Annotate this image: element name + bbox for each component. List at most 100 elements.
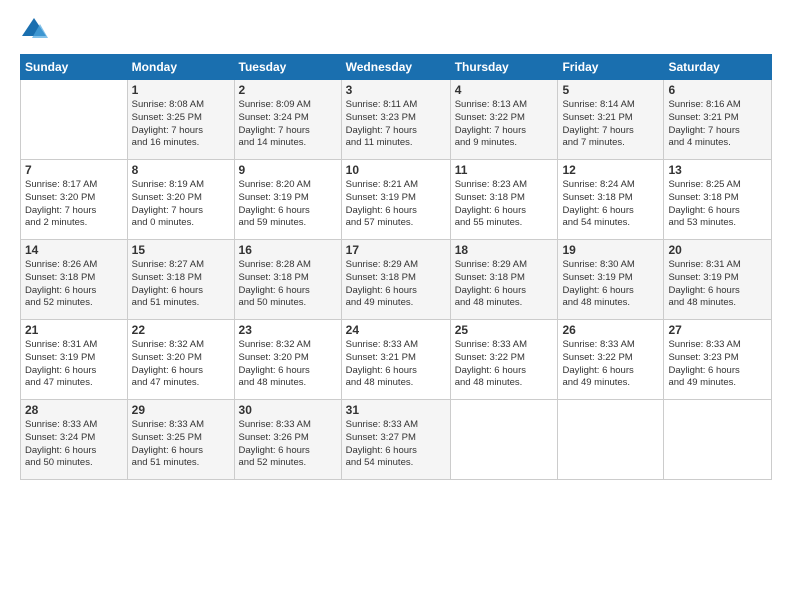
day-number: 22 [132,323,230,337]
weekday-header: Tuesday [234,55,341,80]
calendar-header: SundayMondayTuesdayWednesdayThursdayFrid… [21,55,772,80]
day-number: 30 [239,403,337,417]
day-info: Sunrise: 8:32 AMSunset: 3:20 PMDaylight:… [132,339,230,390]
calendar-cell: 20Sunrise: 8:31 AMSunset: 3:19 PMDayligh… [664,240,772,320]
calendar-cell [558,400,664,480]
day-info: Sunrise: 8:33 AMSunset: 3:24 PMDaylight:… [25,419,123,470]
day-number: 18 [455,243,554,257]
day-info: Sunrise: 8:11 AMSunset: 3:23 PMDaylight:… [346,99,446,150]
weekday-header: Friday [558,55,664,80]
calendar-cell [450,400,558,480]
day-number: 1 [132,83,230,97]
weekday-header: Saturday [664,55,772,80]
day-info: Sunrise: 8:19 AMSunset: 3:20 PMDaylight:… [132,179,230,230]
day-number: 13 [668,163,767,177]
day-number: 4 [455,83,554,97]
day-number: 21 [25,323,123,337]
calendar-cell: 30 Sunrise: 8:33 AMSunset: 3:26 PMDayligh… [234,400,341,480]
logo-icon [20,16,48,44]
day-number: 2 [239,83,337,97]
day-info: Sunrise: 8:26 AMSunset: 3:18 PMDaylight:… [25,259,123,310]
day-number: 24 [346,323,446,337]
calendar-week-row: 28 Sunrise: 8:33 AMSunset: 3:24 PMDayligh… [21,400,772,480]
day-info: Sunrise: 8:29 AMSunset: 3:18 PMDaylight:… [455,259,554,310]
day-number: 16 [239,243,337,257]
calendar-week-row: 7Sunrise: 8:17 AMSunset: 3:20 PMDaylight… [21,160,772,240]
weekday-header: Thursday [450,55,558,80]
calendar-cell: 27 Sunrise: 8:33 AMSunset: 3:23 PMDayligh… [664,320,772,400]
calendar-table: SundayMondayTuesdayWednesdayThursdayFrid… [20,54,772,480]
header [20,16,772,44]
day-number: 3 [346,83,446,97]
calendar-cell: 14 Sunrise: 8:26 AMSunset: 3:18 PMDayligh… [21,240,128,320]
day-info: Sunrise: 8:25 AMSunset: 3:18 PMDaylight:… [668,179,767,230]
calendar-cell: 11Sunrise: 8:23 AMSunset: 3:18 PMDayligh… [450,160,558,240]
logo [20,16,50,44]
calendar-cell: 16 Sunrise: 8:28 AMSunset: 3:18 PMDayligh… [234,240,341,320]
calendar-cell: 17 Sunrise: 8:29 AMSunset: 3:18 PMDayligh… [341,240,450,320]
day-info: Sunrise: 8:33 AMSunset: 3:22 PMDaylight:… [455,339,554,390]
day-info: Sunrise: 8:27 AMSunset: 3:18 PMDaylight:… [132,259,230,310]
day-info: Sunrise: 8:16 AMSunset: 3:21 PMDaylight:… [668,99,767,150]
calendar-cell: 19 Sunrise: 8:30 AMSunset: 3:19 PMDayligh… [558,240,664,320]
day-number: 14 [25,243,123,257]
day-number: 17 [346,243,446,257]
day-number: 19 [562,243,659,257]
day-info: Sunrise: 8:21 AMSunset: 3:19 PMDaylight:… [346,179,446,230]
calendar-cell: 8Sunrise: 8:19 AMSunset: 3:20 PMDaylight… [127,160,234,240]
calendar-cell: 9Sunrise: 8:20 AMSunset: 3:19 PMDaylight… [234,160,341,240]
calendar-cell: 28 Sunrise: 8:33 AMSunset: 3:24 PMDayligh… [21,400,128,480]
day-number: 28 [25,403,123,417]
calendar-cell: 25 Sunrise: 8:33 AMSunset: 3:22 PMDayligh… [450,320,558,400]
page: SundayMondayTuesdayWednesdayThursdayFrid… [0,0,792,612]
day-number: 9 [239,163,337,177]
calendar-cell: 13 Sunrise: 8:25 AMSunset: 3:18 PMDayligh… [664,160,772,240]
day-number: 27 [668,323,767,337]
calendar-cell: 15Sunrise: 8:27 AMSunset: 3:18 PMDayligh… [127,240,234,320]
calendar-cell: 23Sunrise: 8:32 AMSunset: 3:20 PMDayligh… [234,320,341,400]
calendar-cell [21,80,128,160]
weekday-row: SundayMondayTuesdayWednesdayThursdayFrid… [21,55,772,80]
calendar-cell: 29 Sunrise: 8:33 AMSunset: 3:25 PMDayligh… [127,400,234,480]
day-number: 26 [562,323,659,337]
calendar-week-row: 21 Sunrise: 8:31 AMSunset: 3:19 PMDayligh… [21,320,772,400]
calendar-cell: 24 Sunrise: 8:33 AMSunset: 3:21 PMDayligh… [341,320,450,400]
day-info: Sunrise: 8:28 AMSunset: 3:18 PMDaylight:… [239,259,337,310]
day-info: Sunrise: 8:13 AMSunset: 3:22 PMDaylight:… [455,99,554,150]
day-number: 20 [668,243,767,257]
calendar-cell: 1 Sunrise: 8:08 AMSunset: 3:25 PMDaylight… [127,80,234,160]
calendar-cell: 10 Sunrise: 8:21 AMSunset: 3:19 PMDayligh… [341,160,450,240]
day-info: Sunrise: 8:30 AMSunset: 3:19 PMDaylight:… [562,259,659,310]
calendar-cell [664,400,772,480]
calendar-cell: 18 Sunrise: 8:29 AMSunset: 3:18 PMDayligh… [450,240,558,320]
day-info: Sunrise: 8:24 AMSunset: 3:18 PMDaylight:… [562,179,659,230]
calendar-cell: 4 Sunrise: 8:13 AMSunset: 3:22 PMDaylight… [450,80,558,160]
calendar-week-row: 14 Sunrise: 8:26 AMSunset: 3:18 PMDayligh… [21,240,772,320]
day-info: Sunrise: 8:17 AMSunset: 3:20 PMDaylight:… [25,179,123,230]
day-info: Sunrise: 8:33 AMSunset: 3:23 PMDaylight:… [668,339,767,390]
day-number: 10 [346,163,446,177]
calendar-cell: 22 Sunrise: 8:32 AMSunset: 3:20 PMDayligh… [127,320,234,400]
day-info: Sunrise: 8:33 AMSunset: 3:26 PMDaylight:… [239,419,337,470]
day-info: Sunrise: 8:32 AMSunset: 3:20 PMDaylight:… [239,339,337,390]
day-info: Sunrise: 8:33 AMSunset: 3:25 PMDaylight:… [132,419,230,470]
weekday-header: Wednesday [341,55,450,80]
day-info: Sunrise: 8:31 AMSunset: 3:19 PMDaylight:… [25,339,123,390]
day-number: 11 [455,163,554,177]
calendar-cell: 26 Sunrise: 8:33 AMSunset: 3:22 PMDayligh… [558,320,664,400]
day-number: 12 [562,163,659,177]
day-number: 25 [455,323,554,337]
calendar-cell: 12 Sunrise: 8:24 AMSunset: 3:18 PMDayligh… [558,160,664,240]
day-info: Sunrise: 8:29 AMSunset: 3:18 PMDaylight:… [346,259,446,310]
weekday-header: Sunday [21,55,128,80]
calendar-cell: 31Sunrise: 8:33 AMSunset: 3:27 PMDayligh… [341,400,450,480]
day-number: 29 [132,403,230,417]
calendar-body: 1 Sunrise: 8:08 AMSunset: 3:25 PMDaylight… [21,80,772,480]
day-info: Sunrise: 8:33 AMSunset: 3:21 PMDaylight:… [346,339,446,390]
day-info: Sunrise: 8:08 AMSunset: 3:25 PMDaylight:… [132,99,230,150]
calendar-cell: 5Sunrise: 8:14 AMSunset: 3:21 PMDaylight… [558,80,664,160]
day-info: Sunrise: 8:33 AMSunset: 3:22 PMDaylight:… [562,339,659,390]
day-info: Sunrise: 8:14 AMSunset: 3:21 PMDaylight:… [562,99,659,150]
day-number: 31 [346,403,446,417]
calendar-cell: 21 Sunrise: 8:31 AMSunset: 3:19 PMDayligh… [21,320,128,400]
